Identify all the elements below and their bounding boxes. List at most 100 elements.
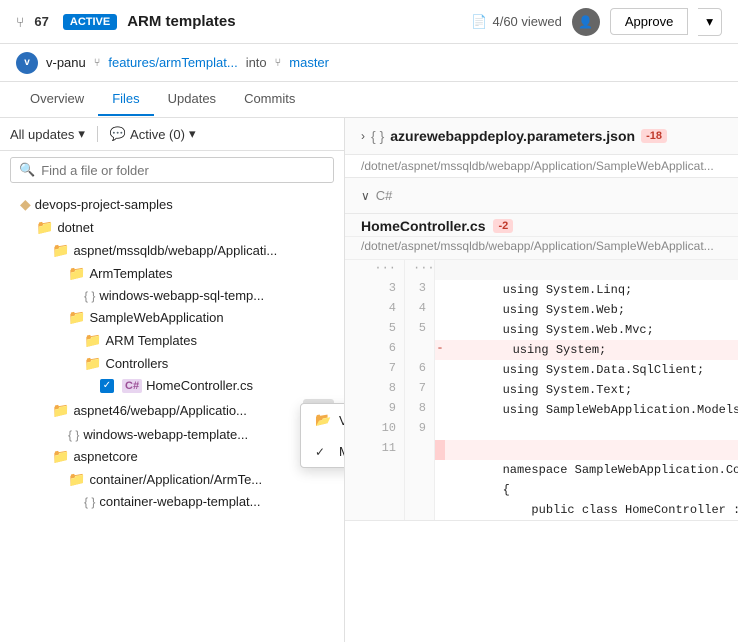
- line-num-new: 5: [405, 320, 435, 340]
- mark-as-reviewed-item[interactable]: ✓ Mark as reviewed: [301, 436, 345, 467]
- into-text: into: [246, 55, 267, 70]
- minus-icon: -: [435, 340, 445, 360]
- list-item[interactable]: 📁 ArmTemplates: [0, 262, 344, 285]
- view-in-file-explorer-label: View in file explorer: [339, 413, 345, 428]
- list-item[interactable]: 📁 aspnet46/webapp/Applicatio... ···: [0, 396, 344, 424]
- list-item[interactable]: 📁 container/Application/ArmTe...: [0, 468, 344, 491]
- author-name: v-panu: [46, 55, 86, 70]
- search-input[interactable]: [41, 163, 325, 178]
- folder-icon: 📁: [52, 448, 69, 465]
- mark-as-reviewed-label: Mark as reviewed: [339, 444, 345, 459]
- line-num-new: [405, 460, 435, 480]
- code-row-deleted: 11: [345, 440, 738, 460]
- minus-marker: [435, 440, 445, 460]
- list-item[interactable]: ✓ C# HomeController.cs: [0, 375, 344, 396]
- code-content: using System.Web;: [435, 300, 738, 320]
- tree-item-label: dotnet: [57, 220, 334, 235]
- code-content: using System.Web.Mvc;: [435, 320, 738, 340]
- diff-count-cs: -2: [493, 219, 513, 233]
- code-content: using System.Linq;: [435, 280, 738, 300]
- line-num-old: 5: [345, 320, 405, 340]
- folder-icon: 📁: [84, 355, 101, 372]
- pr-number: 67: [34, 14, 48, 29]
- line-num-new: 4: [405, 300, 435, 320]
- branch-to[interactable]: master: [289, 55, 329, 70]
- code-row: 3 3 using System.Linq;: [345, 280, 738, 300]
- file-tree: ◆ devops-project-samples 📁 dotnet 📁 aspn…: [0, 189, 344, 642]
- checkmark-icon: ✓: [315, 445, 329, 459]
- line-num-new: 7: [405, 380, 435, 400]
- filter-separator: [97, 126, 98, 142]
- folder-icon: 📁: [68, 471, 85, 488]
- active-filter[interactable]: 💬 Active (0) ▾: [110, 126, 196, 142]
- list-item[interactable]: 📁 ARM Templates: [0, 329, 344, 352]
- line-num-new: 3: [405, 280, 435, 300]
- folder-open-icon: 📂: [315, 412, 329, 428]
- approve-button[interactable]: Approve: [610, 8, 688, 35]
- list-item[interactable]: 📁 aspnet/mssqldb/webapp/Applicati...: [0, 239, 344, 262]
- comment-icon: 💬: [110, 126, 126, 142]
- braces-icon: { }: [84, 495, 95, 509]
- all-updates-filter[interactable]: All updates ▾: [10, 126, 85, 142]
- line-num-new: [405, 440, 435, 460]
- folder-icon: 📁: [52, 402, 69, 419]
- file-header-json[interactable]: › { } azurewebappdeploy.parameters.json …: [345, 118, 738, 155]
- tree-item-label: ArmTemplates: [89, 266, 334, 281]
- list-item[interactable]: 📁 dotnet: [0, 216, 344, 239]
- second-bar: v v-panu ⑂ features/armTemplat... into ⑂…: [0, 44, 738, 82]
- tree-item-label: SampleWebApplication: [89, 310, 334, 325]
- branch-from[interactable]: features/armTemplat...: [108, 55, 237, 70]
- nav-tabs: Overview Files Updates Commits: [0, 82, 738, 118]
- line-num-old: 9: [345, 400, 405, 420]
- file-path-json: /dotnet/aspnet/mssqldb/webapp/Applicatio…: [345, 155, 738, 177]
- code-content: {: [435, 480, 738, 500]
- cs-file-name-row: HomeController.cs -2: [345, 214, 738, 237]
- filter-label: All updates: [10, 127, 74, 142]
- file-type-braces: { }: [371, 128, 384, 144]
- tree-item-label: HomeController.cs: [146, 378, 334, 393]
- folder-icon: 📁: [52, 242, 69, 259]
- search-box[interactable]: 🔍: [10, 157, 334, 183]
- list-item[interactable]: { } windows-webapp-sql-temp...: [0, 285, 344, 306]
- tree-item-label: windows-webapp-sql-temp...: [99, 288, 334, 303]
- list-item[interactable]: { } container-webapp-templat...: [0, 491, 344, 512]
- line-num-old: 6: [345, 340, 405, 360]
- braces-icon: { }: [84, 289, 95, 303]
- code-row: 8 7 using System.Text;: [345, 380, 738, 400]
- code-row: ··· ···: [345, 260, 738, 280]
- line-num-new: ···: [405, 260, 435, 280]
- list-item[interactable]: 📁 Controllers: [0, 352, 344, 375]
- code-row: namespace SampleWebApplication.Contro...: [345, 460, 738, 480]
- tree-item-label: windows-webapp-template...: [83, 427, 334, 442]
- list-item[interactable]: { } windows-webapp-template...: [0, 424, 344, 445]
- list-item[interactable]: 📁 SampleWebApplication: [0, 306, 344, 329]
- folder-icon: 📁: [68, 265, 85, 282]
- approve-dropdown-button[interactable]: ▾: [698, 8, 722, 36]
- list-item[interactable]: 📁 aspnetcore: [0, 445, 344, 468]
- folder-icon: 📁: [36, 219, 53, 236]
- line-num-old: 10: [345, 420, 405, 440]
- file-header-cs[interactable]: ∨ C#: [345, 178, 738, 214]
- line-num-old: [345, 460, 405, 480]
- top-bar: ⑂ 67 ACTIVE ARM templates 📄 4/60 viewed …: [0, 0, 738, 44]
- chevron-down-icon: ▾: [78, 126, 85, 142]
- tab-overview[interactable]: Overview: [16, 83, 98, 116]
- line-num-old: 11: [345, 440, 405, 460]
- line-num-new: [405, 340, 435, 360]
- tab-files[interactable]: Files: [98, 83, 153, 116]
- line-num-old: [345, 500, 405, 520]
- code-row: 4 4 using System.Web;: [345, 300, 738, 320]
- code-row: 5 5 using System.Web.Mvc;: [345, 320, 738, 340]
- file-icon: 📄: [471, 14, 487, 30]
- filter-bar: All updates ▾ 💬 Active (0) ▾: [0, 118, 344, 151]
- tree-item-label: container/Application/ArmTe...: [89, 472, 334, 487]
- code-row: 9 8 using SampleWebApplication.Models;: [345, 400, 738, 420]
- code-row: public class HomeController : Co...: [345, 500, 738, 520]
- code-content: public class HomeController : Co...: [435, 500, 738, 520]
- view-in-file-explorer-item[interactable]: 📂 View in file explorer: [301, 404, 345, 436]
- tab-updates[interactable]: Updates: [154, 83, 230, 116]
- tree-root[interactable]: ◆ devops-project-samples: [0, 193, 344, 216]
- reviewed-checkbox[interactable]: ✓: [100, 379, 114, 393]
- diff-count-json: -18: [641, 129, 667, 143]
- tab-commits[interactable]: Commits: [230, 83, 309, 116]
